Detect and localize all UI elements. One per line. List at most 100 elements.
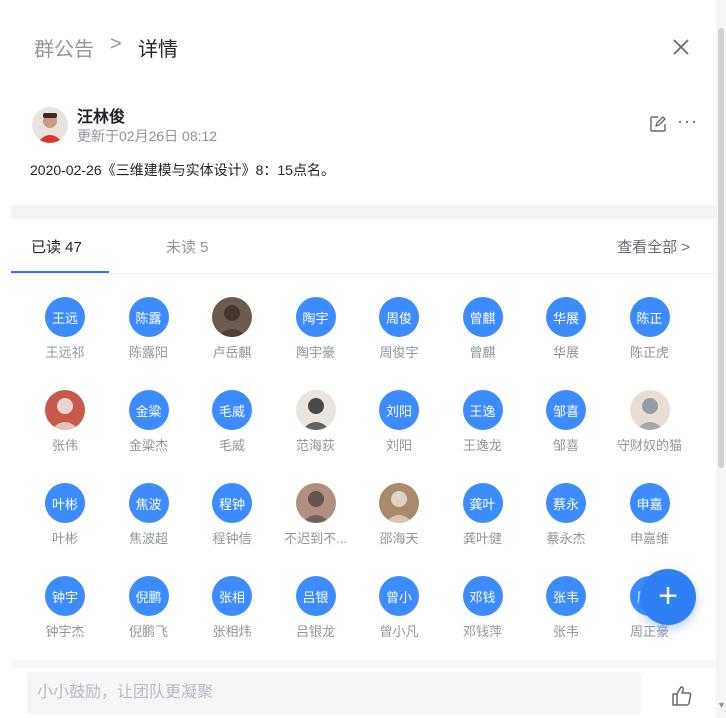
member-name: 刘阳 [385,438,412,453]
member-item[interactable]: 卢岳麒 [190,276,274,366]
active-tab-indicator [11,271,109,273]
member-name: 范海荻 [295,438,335,453]
avatar-badge: 邓钱 [462,576,503,616]
avatar [45,390,85,430]
close-icon[interactable] [668,34,694,60]
member-item[interactable]: 邵海天 [357,462,441,552]
avatar-badge: 王远 [45,297,85,337]
member-item[interactable]: 张相 张相炜 [190,555,274,645]
updated-time: 更新于02月26日 08:12 [77,128,218,144]
member-name: 申嘉维 [629,531,669,546]
member-name: 邹喜 [552,438,579,453]
member-item[interactable]: 陶宇 陶宇豪 [274,276,358,366]
breadcrumb-separator: > [110,33,122,55]
avatar [295,390,336,430]
tab-read[interactable]: 已读 47 [31,236,82,257]
member-item[interactable]: 不迟到不... [274,462,358,552]
member-name: 守财奴的猫 [616,438,682,453]
avatar-badge: 吕银 [295,576,336,616]
member-item[interactable]: 张伟 [23,369,107,459]
avatar-badge: 龚叶 [462,483,503,523]
member-item[interactable]: 倪鹏 倪鹏飞 [107,555,191,645]
member-item[interactable]: 张韦 张韦 [524,555,608,645]
member-item[interactable]: 邹喜 邹喜 [524,369,608,459]
member-name: 陶宇豪 [295,345,335,360]
member-item[interactable]: 申嘉 申嘉维 [608,462,692,552]
breadcrumb-parent[interactable]: 群公告 [34,33,94,62]
avatar [629,390,670,430]
member-name: 叶彬 [51,531,78,546]
avatar-badge: 申嘉 [629,483,670,523]
member-item[interactable]: 蔡永 蔡永杰 [524,462,608,552]
avatar-badge: 曾麒 [462,297,503,337]
thumbs-up-icon[interactable] [671,685,693,707]
member-name: 陈正虎 [629,345,669,360]
member-name: 毛威 [218,438,245,453]
member-item[interactable]: 王远 王远祁 [23,276,107,366]
avatar-badge: 钟宇 [45,576,85,616]
member-name: 卢岳麒 [212,345,252,360]
member-name: 张伟 [51,438,78,453]
avatar-badge: 陈露 [128,297,169,337]
member-name: 邓钱萍 [462,624,502,639]
avatar-badge: 程钟 [212,483,252,523]
member-item[interactable]: 程钟 程钟信 [190,462,274,552]
member-name: 焦波超 [128,531,168,546]
member-name: 王逸龙 [462,438,502,453]
member-item[interactable]: 守财奴的猫 [608,369,692,459]
member-name: 华展 [552,345,579,360]
member-item[interactable]: 邓钱 邓钱萍 [441,555,525,645]
add-button[interactable]: + [640,569,696,625]
member-item[interactable]: 曾麒 曾麒 [441,276,525,366]
member-item[interactable]: 曾小 曾小凡 [357,555,441,645]
member-item[interactable]: 焦波 焦波超 [107,462,191,552]
author-avatar[interactable] [32,107,68,143]
member-name: 不迟到不... [284,531,347,546]
avatar-badge: 刘阳 [379,390,419,430]
member-name: 张韦 [552,624,579,639]
avatar-badge: 陶宇 [295,297,336,337]
member-item[interactable]: 龚叶 龚叶健 [441,462,525,552]
edit-icon[interactable] [649,115,667,133]
member-item[interactable]: 华展 华展 [524,276,608,366]
avatar-badge: 王逸 [462,390,503,430]
member-name: 吕银龙 [295,624,335,639]
author-name: 汪林俊 [77,109,126,126]
member-name: 周俊宇 [379,345,419,360]
view-all-link[interactable]: 查看全部 > [617,236,690,257]
avatar [379,483,419,523]
member-item[interactable]: 毛威 毛威 [190,369,274,459]
member-item[interactable]: 刘阳 刘阳 [357,369,441,459]
avatar [295,483,336,523]
divider [11,205,716,219]
member-item[interactable]: 陈正 陈正虎 [608,276,692,366]
member-item[interactable]: 叶彬 叶彬 [23,462,107,552]
member-item[interactable]: 周俊 周俊宇 [357,276,441,366]
more-icon[interactable]: ··· [677,112,698,130]
member-item[interactable]: 王逸 王逸龙 [441,369,525,459]
member-item[interactable]: 吕银 吕银龙 [274,555,358,645]
avatar-badge: 蔡永 [546,483,586,523]
member-name: 倪鹏飞 [128,624,168,639]
member-name: 蔡永杰 [546,531,586,546]
member-item[interactable]: 钟宇 钟宇杰 [23,555,107,645]
avatar-badge: 叶彬 [45,483,85,523]
scrollbar-thumb[interactable] [718,28,724,468]
scroll-down-arrow[interactable]: ▼ [717,700,726,710]
member-name: 曾麒 [469,345,496,360]
member-name: 龚叶健 [462,531,502,546]
member-item[interactable]: 范海荻 [274,369,358,459]
comment-input[interactable] [27,672,641,714]
member-name: 张相炜 [212,624,252,639]
member-item[interactable]: 陈露 陈露阳 [107,276,191,366]
avatar-badge: 曾小 [379,576,419,616]
avatar-badge: 陈正 [629,297,670,337]
tab-unread[interactable]: 未读 5 [166,236,209,257]
panel-header: 群公告 > 详情 [0,0,726,90]
member-item[interactable]: 金粱 金粱杰 [107,369,191,459]
member-name: 邵海天 [379,531,419,546]
avatar-badge: 倪鹏 [128,576,169,616]
member-grid: 王远 王远祁 陈露 陈露阳 卢岳麒 陶宇 陶宇豪 周俊 周俊宇 曾麒 曾麒 华展 华展 陈正 陈正虎 张伟 金粱… [11,276,716,660]
member-name: 程钟信 [212,531,252,546]
avatar-badge: 邹喜 [546,390,586,430]
